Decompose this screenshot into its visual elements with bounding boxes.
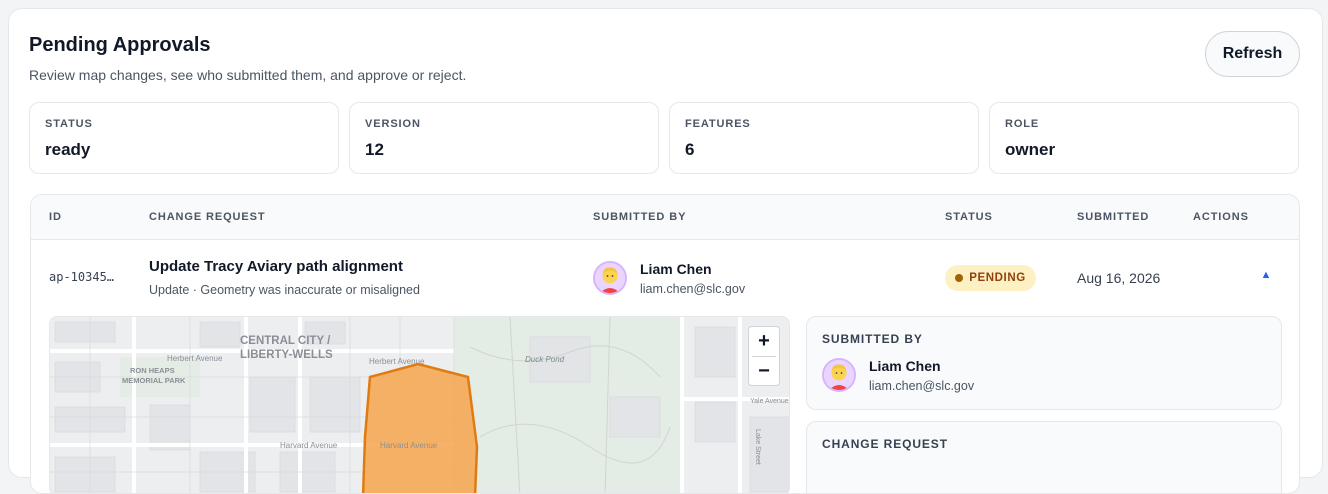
page-subtitle: Review map changes, see who submitted th… <box>29 67 467 83</box>
avatar <box>593 261 627 295</box>
refresh-button[interactable]: Refresh <box>1205 31 1300 77</box>
map-label-street: Yale Avenue <box>750 398 789 405</box>
stat-value: ready <box>45 140 91 159</box>
map-label-street: Lake Street <box>754 429 761 465</box>
submitter-name: Liam Chen <box>869 358 941 374</box>
column-header-change-request: CHANGE REQUEST <box>149 211 266 223</box>
avatar <box>822 358 856 392</box>
submitted-date: Aug 16, 2026 <box>1077 270 1161 286</box>
stat-label: ROLE <box>1005 118 1040 130</box>
zoom-out-button[interactable]: − <box>749 357 779 386</box>
stat-value: 12 <box>365 140 384 159</box>
approvals-table: ID CHANGE REQUEST SUBMITTED BY STATUS SU… <box>30 194 1300 494</box>
map-label-park-2: MEMORIAL PARK <box>122 376 186 385</box>
column-header-submitted: SUBMITTED <box>1077 211 1150 223</box>
panel-label: SUBMITTED BY <box>822 332 923 346</box>
map-label-district: CENTRAL CITY / <box>240 335 331 347</box>
map-label-street: Harvard Avenue <box>380 441 438 450</box>
table-header: ID CHANGE REQUEST SUBMITTED BY STATUS SU… <box>31 195 1299 240</box>
stat-label: VERSION <box>365 118 421 130</box>
map-label-street: Herbert Avenue <box>369 357 425 366</box>
panel-label: CHANGE REQUEST <box>822 437 948 451</box>
caret-up-icon[interactable]: ▲ <box>1259 269 1273 283</box>
stat-value: 6 <box>685 140 695 159</box>
status-badge: PENDING <box>945 265 1036 291</box>
column-header-actions: ACTIONS <box>1193 211 1249 223</box>
submitter-name: Liam Chen <box>640 261 712 277</box>
status-text: PENDING <box>969 272 1026 284</box>
stat-label: FEATURES <box>685 118 751 130</box>
submitter-email: liam.chen@slc.gov <box>640 282 746 296</box>
stat-features: FEATURES 6 <box>669 102 979 174</box>
stat-version: VERSION 12 <box>349 102 659 174</box>
column-header-status: STATUS <box>945 211 993 223</box>
stat-role: ROLE owner <box>989 102 1299 174</box>
map-preview[interactable]: CENTRAL CITY / LIBERTY-WELLS Herbert Ave… <box>49 316 790 493</box>
zoom-in-button[interactable]: + <box>749 327 779 356</box>
change-request-title: Update Tracy Aviary path alignment <box>149 258 403 275</box>
change-request-subtitle: Update · Geometry was inaccurate or misa… <box>149 283 420 297</box>
column-header-id: ID <box>49 211 62 223</box>
stat-label: STATUS <box>45 118 93 130</box>
map-label-district-2: LIBERTY-WELLS <box>240 349 333 361</box>
pending-approvals-card: Pending Approvals Review map changes, se… <box>8 8 1323 494</box>
zoom-control: + − <box>748 326 780 386</box>
page-title: Pending Approvals <box>29 34 211 56</box>
column-header-submitted-by: SUBMITTED BY <box>593 211 687 223</box>
status-dot <box>955 274 964 282</box>
map-label-park: RON HEAPS <box>130 366 175 375</box>
stat-status: STATUS ready <box>29 102 339 174</box>
change-request-panel: CHANGE REQUEST <box>806 421 1282 493</box>
map-label-street: Harvard Avenue <box>280 441 338 450</box>
submitter-email: liam.chen@slc.gov <box>869 379 975 393</box>
map-canvas: CENTRAL CITY / LIBERTY-WELLS Herbert Ave… <box>50 317 789 493</box>
approval-id: ap-10345… <box>49 270 115 284</box>
map-label-street: Herbert Avenue <box>167 354 223 363</box>
submitted-by-panel: SUBMITTED BY Liam Chen liam.chen@slc.gov <box>806 316 1282 410</box>
map-label-pond: Duck Pond <box>525 355 565 364</box>
stat-value: owner <box>1005 140 1056 159</box>
